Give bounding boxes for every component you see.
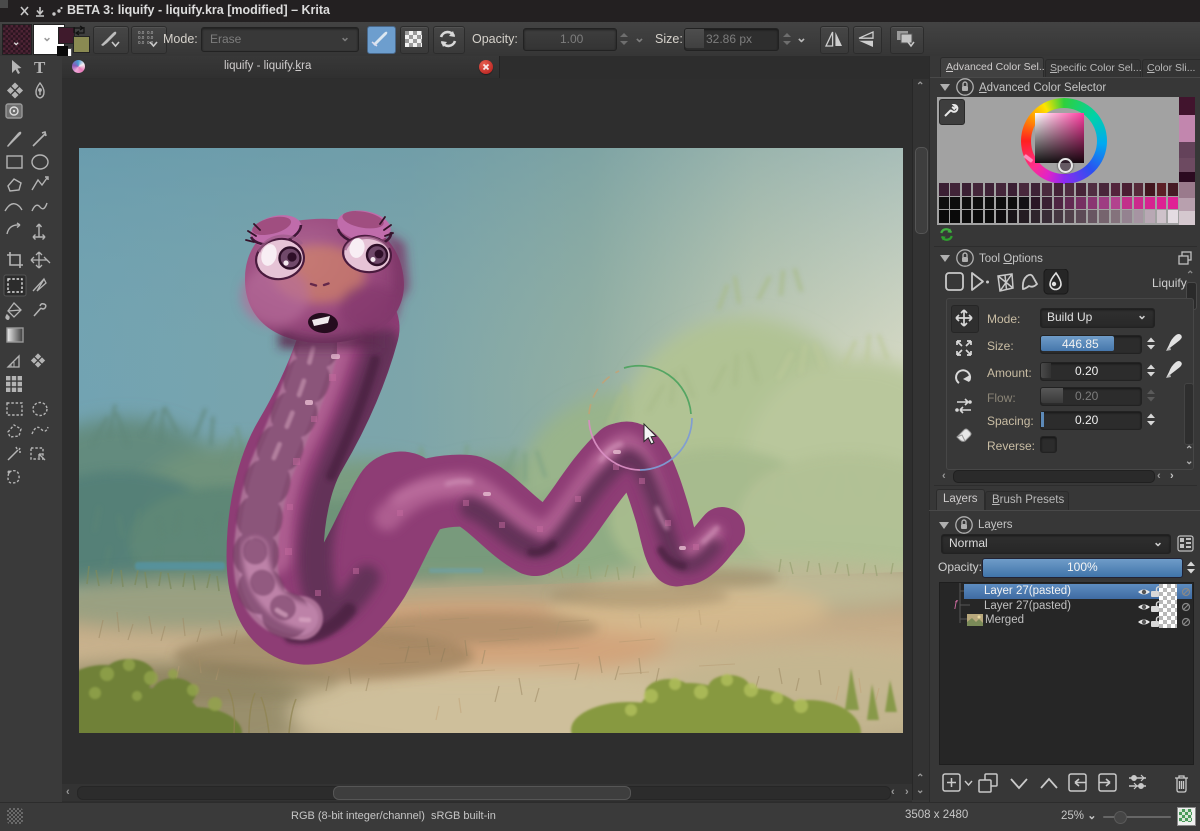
svg-text:0.0: 0.0 (138, 40, 145, 45)
svg-text:T: T (34, 58, 46, 77)
